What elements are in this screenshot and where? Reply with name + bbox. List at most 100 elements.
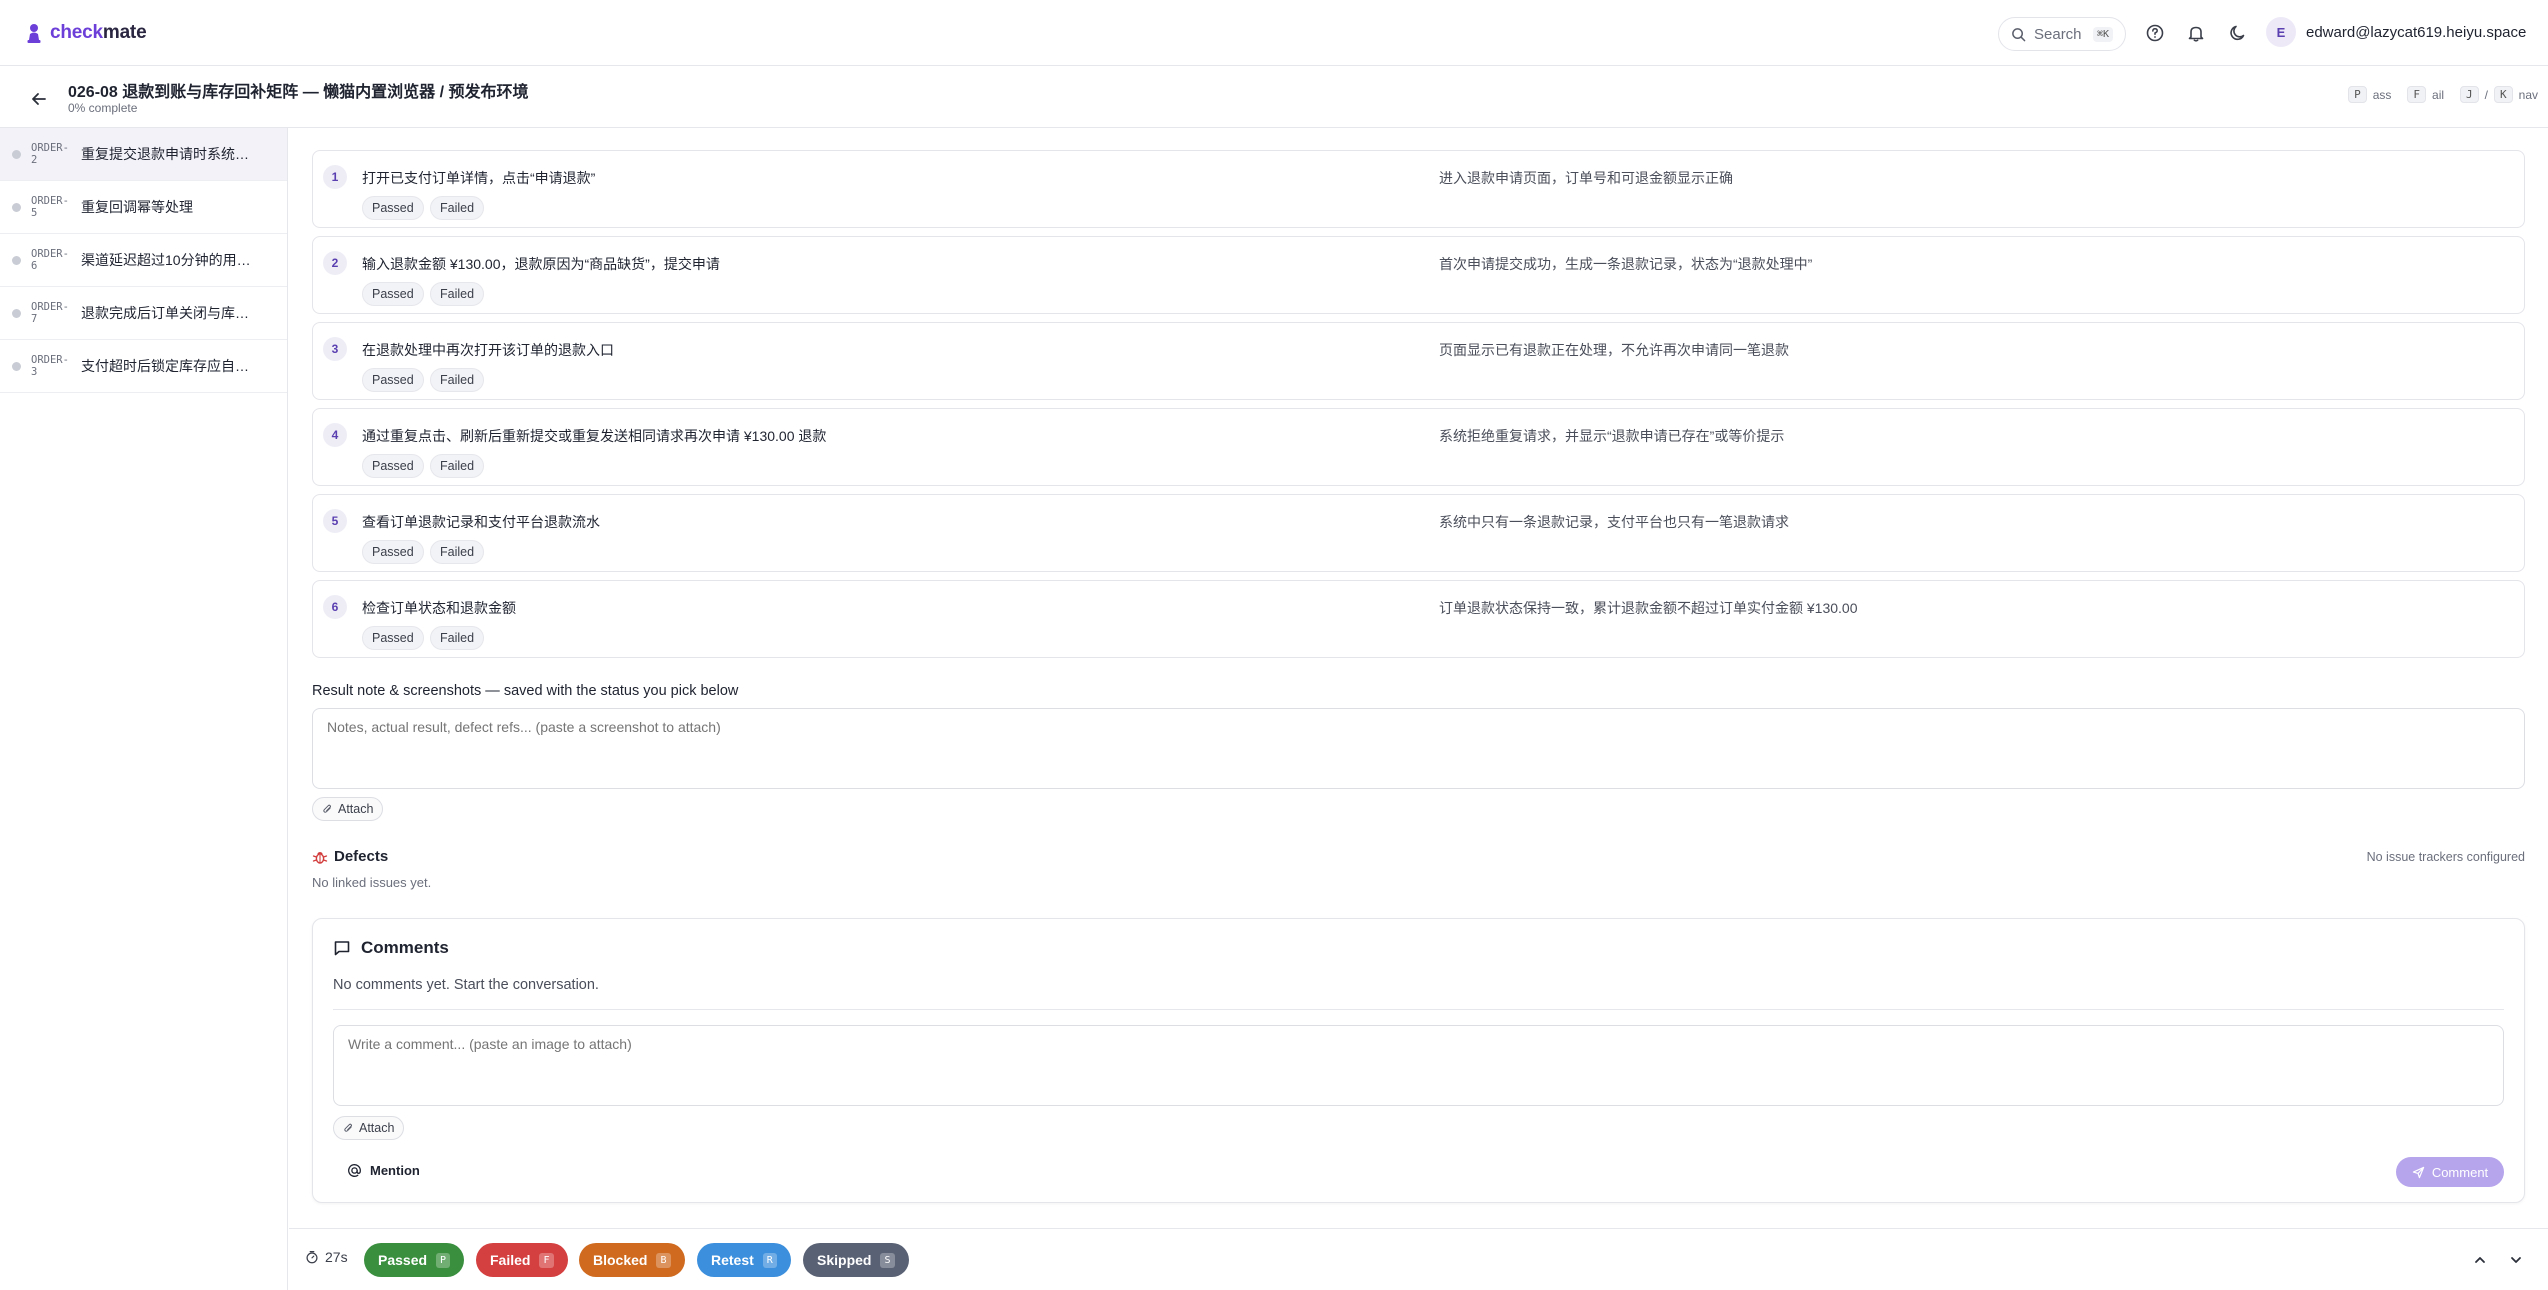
search-button[interactable]: Search ⌘K xyxy=(1998,17,2126,51)
pass-key-label: ass xyxy=(2372,87,2392,102)
step-failed-button[interactable]: Failed xyxy=(430,196,485,220)
back-arrow-icon[interactable] xyxy=(28,88,50,110)
moon-icon[interactable] xyxy=(2228,23,2248,43)
step-expected-result: 进入退款申请页面，订单号和可退金额显示正确 xyxy=(1439,170,1733,186)
case-title: 重复回调幂等处理 xyxy=(81,199,193,215)
step-action: 在退款处理中再次打开该订单的退款入口 xyxy=(362,342,614,358)
step-expected-result: 首次申请提交成功，生成一条退款记录，状态为“退款处理中” xyxy=(1439,256,1813,272)
fail-key: F xyxy=(2407,86,2427,103)
status-retest-button[interactable]: Retest R xyxy=(697,1243,791,1277)
step-failed-button[interactable]: Failed xyxy=(430,540,485,564)
comment-bubble-icon xyxy=(334,941,350,956)
nav-key-label: nav xyxy=(2518,87,2538,102)
brand-suffix: mate xyxy=(102,22,147,43)
sidebar-item-order-2[interactable]: ORDER-2 重复提交退款申请时系统应只生成一笔退款 xyxy=(0,128,287,181)
sidebar-item-order-6[interactable]: ORDER-6 渠道延迟超过10分钟的用户提示与处理 xyxy=(0,234,287,287)
fail-key-label: ail xyxy=(2432,87,2445,102)
step-number: 3 xyxy=(323,337,347,361)
help-icon[interactable] xyxy=(2145,23,2165,43)
status-shortcut: F xyxy=(539,1252,554,1268)
chevron-down-icon[interactable] xyxy=(2507,1251,2525,1269)
status-dot xyxy=(12,308,21,318)
status-failed-button[interactable]: Failed F xyxy=(476,1243,568,1277)
step-number: 1 xyxy=(323,165,347,189)
case-code: ORDER-3 xyxy=(31,354,69,378)
step-failed-button[interactable]: Failed xyxy=(430,454,485,478)
user-menu[interactable]: E edward@lazycat619.heiyu.space xyxy=(2266,17,2526,47)
elapsed-timer: 27s xyxy=(305,1249,348,1265)
case-code: ORDER-5 xyxy=(31,195,69,219)
case-title: 支付超时后锁定库存应自动释放 xyxy=(81,358,261,374)
step-passed-button[interactable]: Passed xyxy=(362,282,424,306)
step-card: 2 输入退款金额 ¥130.00，退款原因为“商品缺货”，提交申请 首次申请提交… xyxy=(312,236,2525,314)
mention-label: Mention xyxy=(370,1163,420,1178)
defects-heading: Defects xyxy=(312,848,388,865)
chess-pawn-icon xyxy=(27,24,41,43)
step-action: 通过重复点击、刷新后重新提交或重复发送相同请求再次申请 ¥130.00 退款 xyxy=(362,428,827,444)
step-expected-result: 系统中只有一条退款记录，支付平台也只有一笔退款请求 xyxy=(1439,514,1789,530)
top-bar: checkmate Search ⌘K E edward@lazycat619.… xyxy=(0,0,2548,66)
comment-input[interactable] xyxy=(333,1025,2504,1106)
defects-empty-text: No linked issues yet. xyxy=(312,875,432,890)
at-sign-icon xyxy=(348,1164,361,1177)
status-dot xyxy=(12,149,21,159)
result-attach-button[interactable]: Attach xyxy=(312,797,384,821)
stopwatch-icon xyxy=(306,1250,318,1264)
case-code: ORDER-2 xyxy=(31,142,69,166)
status-shortcut: S xyxy=(880,1252,895,1268)
progress-text: 0% complete xyxy=(68,101,138,115)
mention-button[interactable]: Mention xyxy=(347,1163,420,1178)
user-email: edward@lazycat619.heiyu.space xyxy=(2306,23,2527,41)
step-number: 6 xyxy=(323,595,347,619)
step-expected-result: 订单退款状态保持一致，累计退款金额不超过订单实付金额 ¥130.00 xyxy=(1439,600,1858,616)
step-card: 1 打开已支付订单详情，点击“申请退款” 进入退款申请页面，订单号和可退金额显示… xyxy=(312,150,2525,228)
prev-key: J xyxy=(2460,86,2479,103)
step-card: 3 在退款处理中再次打开该订单的退款入口 页面显示已有退款正在处理，不允许再次申… xyxy=(312,322,2525,400)
brand-prefix: check xyxy=(50,22,103,43)
status-dot xyxy=(12,202,21,212)
comments-panel: Comments No comments yet. Start the conv… xyxy=(312,918,2525,1203)
attach-label: Attach xyxy=(359,1121,395,1135)
paperclip-icon xyxy=(344,1123,353,1132)
status-label: Passed xyxy=(378,1252,428,1268)
step-action: 打开已支付订单详情，点击“申请退款” xyxy=(362,170,596,186)
brand-logo[interactable]: checkmate xyxy=(26,22,147,44)
step-passed-button[interactable]: Passed xyxy=(362,368,424,392)
sidebar-item-order-7[interactable]: ORDER-7 退款完成后订单关闭与库存回补 xyxy=(0,287,287,340)
sidebar-item-order-3[interactable]: ORDER-3 支付超时后锁定库存应自动释放 xyxy=(0,340,287,393)
status-blocked-button[interactable]: Blocked B xyxy=(579,1243,685,1277)
brand-name: checkmate xyxy=(50,22,147,44)
case-title: 重复提交退款申请时系统应只生成一笔退款 xyxy=(81,146,261,162)
comment-attach-button[interactable]: Attach xyxy=(333,1116,405,1140)
step-passed-button[interactable]: Passed xyxy=(362,454,424,478)
comments-heading: Comments xyxy=(333,938,449,958)
step-failed-button[interactable]: Failed xyxy=(430,626,485,650)
step-passed-button[interactable]: Passed xyxy=(362,626,424,650)
attach-label: Attach xyxy=(338,802,374,816)
step-failed-button[interactable]: Failed xyxy=(430,282,485,306)
step-passed-button[interactable]: Passed xyxy=(362,540,424,564)
chevron-up-icon[interactable] xyxy=(2471,1251,2489,1269)
status-label: Skipped xyxy=(817,1252,872,1268)
step-failed-button[interactable]: Failed xyxy=(430,368,485,392)
case-title: 退款完成后订单关闭与库存回补 xyxy=(81,305,261,321)
status-label: Blocked xyxy=(593,1252,648,1268)
divider xyxy=(333,1009,2504,1010)
status-passed-button[interactable]: Passed P xyxy=(364,1243,465,1277)
result-note-input[interactable] xyxy=(312,708,2525,789)
comment-submit-button[interactable]: Comment xyxy=(2396,1157,2504,1187)
status-skipped-button[interactable]: Skipped S xyxy=(803,1243,909,1277)
main-content: 1 打开已支付订单详情，点击“申请退款” 进入退款申请页面，订单号和可退金额显示… xyxy=(289,128,2548,1228)
search-icon xyxy=(2012,27,2026,41)
comments-title: Comments xyxy=(361,938,449,957)
sidebar-item-order-5[interactable]: ORDER-5 重复回调幂等处理 xyxy=(0,181,287,234)
step-card: 6 检查订单状态和退款金额 订单退款状态保持一致，累计退款金额不超过订单实付金额… xyxy=(312,580,2525,658)
comment-submit-label: Comment xyxy=(2431,1164,2489,1180)
status-dot xyxy=(12,361,21,371)
case-code: ORDER-6 xyxy=(31,248,69,272)
bell-icon[interactable] xyxy=(2186,23,2206,43)
timer-value: 27s xyxy=(325,1249,348,1265)
status-bar: 27s Passed P Failed F Blocked B Retest R Ski… xyxy=(289,1228,2548,1290)
step-number: 5 xyxy=(323,509,347,533)
step-passed-button[interactable]: Passed xyxy=(362,196,424,220)
